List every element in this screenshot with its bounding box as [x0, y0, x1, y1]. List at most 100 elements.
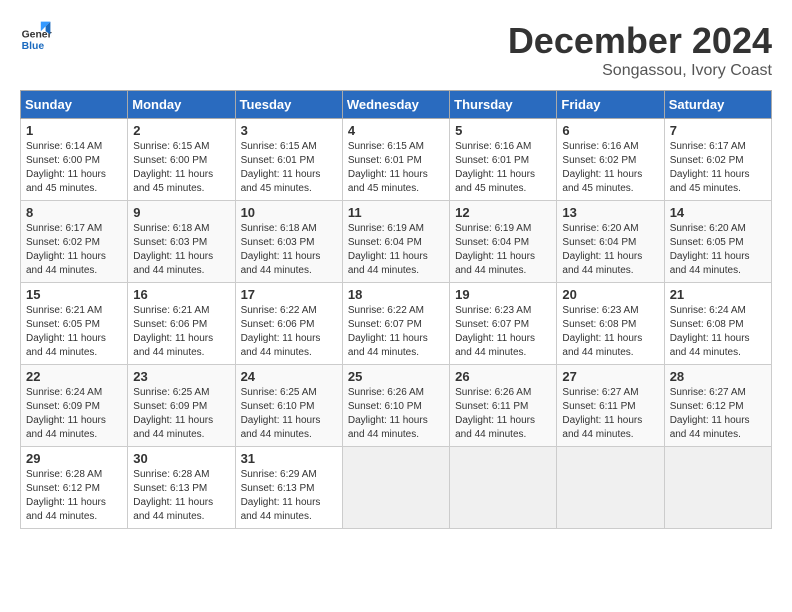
day-number: 14: [670, 205, 766, 220]
calendar-cell: 5 Sunrise: 6:16 AMSunset: 6:01 PMDayligh…: [450, 119, 557, 201]
cell-info: Sunrise: 6:19 AMSunset: 6:04 PMDaylight:…: [348, 223, 428, 276]
cell-info: Sunrise: 6:26 AMSunset: 6:10 PMDaylight:…: [348, 387, 428, 440]
cell-info: Sunrise: 6:29 AMSunset: 6:13 PMDaylight:…: [241, 469, 321, 522]
day-number: 28: [670, 369, 766, 384]
day-number: 2: [133, 123, 229, 138]
cell-info: Sunrise: 6:19 AMSunset: 6:04 PMDaylight:…: [455, 223, 535, 276]
cell-info: Sunrise: 6:23 AMSunset: 6:08 PMDaylight:…: [562, 305, 642, 358]
cell-info: Sunrise: 6:28 AMSunset: 6:13 PMDaylight:…: [133, 469, 213, 522]
cell-info: Sunrise: 6:16 AMSunset: 6:02 PMDaylight:…: [562, 141, 642, 194]
calendar-cell: 21 Sunrise: 6:24 AMSunset: 6:08 PMDaylig…: [664, 283, 771, 365]
calendar-cell: 2 Sunrise: 6:15 AMSunset: 6:00 PMDayligh…: [128, 119, 235, 201]
week-row-2: 8 Sunrise: 6:17 AMSunset: 6:02 PMDayligh…: [21, 201, 772, 283]
cell-info: Sunrise: 6:21 AMSunset: 6:06 PMDaylight:…: [133, 305, 213, 358]
cell-info: Sunrise: 6:26 AMSunset: 6:11 PMDaylight:…: [455, 387, 535, 440]
day-number: 18: [348, 287, 444, 302]
calendar-table: SundayMondayTuesdayWednesdayThursdayFrid…: [20, 90, 772, 529]
cell-info: Sunrise: 6:17 AMSunset: 6:02 PMDaylight:…: [670, 141, 750, 194]
cell-info: Sunrise: 6:21 AMSunset: 6:05 PMDaylight:…: [26, 305, 106, 358]
cell-info: Sunrise: 6:28 AMSunset: 6:12 PMDaylight:…: [26, 469, 106, 522]
calendar-cell: 15 Sunrise: 6:21 AMSunset: 6:05 PMDaylig…: [21, 283, 128, 365]
calendar-cell: 17 Sunrise: 6:22 AMSunset: 6:06 PMDaylig…: [235, 283, 342, 365]
cell-info: Sunrise: 6:27 AMSunset: 6:12 PMDaylight:…: [670, 387, 750, 440]
week-row-4: 22 Sunrise: 6:24 AMSunset: 6:09 PMDaylig…: [21, 365, 772, 447]
cell-info: Sunrise: 6:20 AMSunset: 6:05 PMDaylight:…: [670, 223, 750, 276]
day-number: 7: [670, 123, 766, 138]
column-header-sunday: Sunday: [21, 91, 128, 119]
column-header-saturday: Saturday: [664, 91, 771, 119]
calendar-cell: [450, 447, 557, 529]
title-block: December 2024 Songassou, Ivory Coast: [508, 20, 772, 80]
calendar-cell: 6 Sunrise: 6:16 AMSunset: 6:02 PMDayligh…: [557, 119, 664, 201]
cell-info: Sunrise: 6:27 AMSunset: 6:11 PMDaylight:…: [562, 387, 642, 440]
cell-info: Sunrise: 6:24 AMSunset: 6:08 PMDaylight:…: [670, 305, 750, 358]
calendar-cell: 4 Sunrise: 6:15 AMSunset: 6:01 PMDayligh…: [342, 119, 449, 201]
day-number: 4: [348, 123, 444, 138]
day-number: 9: [133, 205, 229, 220]
day-number: 30: [133, 451, 229, 466]
day-number: 25: [348, 369, 444, 384]
day-number: 12: [455, 205, 551, 220]
calendar-cell: 14 Sunrise: 6:20 AMSunset: 6:05 PMDaylig…: [664, 201, 771, 283]
calendar-cell: 30 Sunrise: 6:28 AMSunset: 6:13 PMDaylig…: [128, 447, 235, 529]
cell-info: Sunrise: 6:17 AMSunset: 6:02 PMDaylight:…: [26, 223, 106, 276]
calendar-cell: 16 Sunrise: 6:21 AMSunset: 6:06 PMDaylig…: [128, 283, 235, 365]
day-number: 3: [241, 123, 337, 138]
header-row: SundayMondayTuesdayWednesdayThursdayFrid…: [21, 91, 772, 119]
column-header-monday: Monday: [128, 91, 235, 119]
cell-info: Sunrise: 6:16 AMSunset: 6:01 PMDaylight:…: [455, 141, 535, 194]
calendar-cell: 11 Sunrise: 6:19 AMSunset: 6:04 PMDaylig…: [342, 201, 449, 283]
day-number: 13: [562, 205, 658, 220]
day-number: 22: [26, 369, 122, 384]
day-number: 17: [241, 287, 337, 302]
calendar-cell: 7 Sunrise: 6:17 AMSunset: 6:02 PMDayligh…: [664, 119, 771, 201]
logo-icon: General Blue: [20, 20, 52, 52]
week-row-5: 29 Sunrise: 6:28 AMSunset: 6:12 PMDaylig…: [21, 447, 772, 529]
day-number: 31: [241, 451, 337, 466]
cell-info: Sunrise: 6:18 AMSunset: 6:03 PMDaylight:…: [241, 223, 321, 276]
day-number: 11: [348, 205, 444, 220]
cell-info: Sunrise: 6:20 AMSunset: 6:04 PMDaylight:…: [562, 223, 642, 276]
day-number: 29: [26, 451, 122, 466]
calendar-cell: 25 Sunrise: 6:26 AMSunset: 6:10 PMDaylig…: [342, 365, 449, 447]
day-number: 10: [241, 205, 337, 220]
cell-info: Sunrise: 6:25 AMSunset: 6:09 PMDaylight:…: [133, 387, 213, 440]
day-number: 23: [133, 369, 229, 384]
cell-info: Sunrise: 6:22 AMSunset: 6:06 PMDaylight:…: [241, 305, 321, 358]
calendar-cell: 20 Sunrise: 6:23 AMSunset: 6:08 PMDaylig…: [557, 283, 664, 365]
calendar-cell: 12 Sunrise: 6:19 AMSunset: 6:04 PMDaylig…: [450, 201, 557, 283]
day-number: 24: [241, 369, 337, 384]
calendar-cell: 9 Sunrise: 6:18 AMSunset: 6:03 PMDayligh…: [128, 201, 235, 283]
calendar-cell: 8 Sunrise: 6:17 AMSunset: 6:02 PMDayligh…: [21, 201, 128, 283]
calendar-cell: 28 Sunrise: 6:27 AMSunset: 6:12 PMDaylig…: [664, 365, 771, 447]
week-row-3: 15 Sunrise: 6:21 AMSunset: 6:05 PMDaylig…: [21, 283, 772, 365]
day-number: 21: [670, 287, 766, 302]
cell-info: Sunrise: 6:14 AMSunset: 6:00 PMDaylight:…: [26, 141, 106, 194]
cell-info: Sunrise: 6:23 AMSunset: 6:07 PMDaylight:…: [455, 305, 535, 358]
calendar-cell: 31 Sunrise: 6:29 AMSunset: 6:13 PMDaylig…: [235, 447, 342, 529]
calendar-cell: [557, 447, 664, 529]
svg-text:Blue: Blue: [22, 41, 45, 52]
calendar-cell: [342, 447, 449, 529]
calendar-cell: 23 Sunrise: 6:25 AMSunset: 6:09 PMDaylig…: [128, 365, 235, 447]
page-header: General Blue December 2024 Songassou, Iv…: [20, 20, 772, 80]
logo: General Blue: [20, 20, 52, 52]
day-number: 20: [562, 287, 658, 302]
day-number: 1: [26, 123, 122, 138]
cell-info: Sunrise: 6:24 AMSunset: 6:09 PMDaylight:…: [26, 387, 106, 440]
calendar-cell: 29 Sunrise: 6:28 AMSunset: 6:12 PMDaylig…: [21, 447, 128, 529]
calendar-cell: 24 Sunrise: 6:25 AMSunset: 6:10 PMDaylig…: [235, 365, 342, 447]
calendar-cell: 26 Sunrise: 6:26 AMSunset: 6:11 PMDaylig…: [450, 365, 557, 447]
cell-info: Sunrise: 6:15 AMSunset: 6:01 PMDaylight:…: [241, 141, 321, 194]
day-number: 27: [562, 369, 658, 384]
column-header-wednesday: Wednesday: [342, 91, 449, 119]
day-number: 19: [455, 287, 551, 302]
column-header-friday: Friday: [557, 91, 664, 119]
day-number: 26: [455, 369, 551, 384]
day-number: 5: [455, 123, 551, 138]
calendar-cell: 19 Sunrise: 6:23 AMSunset: 6:07 PMDaylig…: [450, 283, 557, 365]
cell-info: Sunrise: 6:22 AMSunset: 6:07 PMDaylight:…: [348, 305, 428, 358]
cell-info: Sunrise: 6:18 AMSunset: 6:03 PMDaylight:…: [133, 223, 213, 276]
calendar-cell: 18 Sunrise: 6:22 AMSunset: 6:07 PMDaylig…: [342, 283, 449, 365]
location: Songassou, Ivory Coast: [508, 62, 772, 80]
